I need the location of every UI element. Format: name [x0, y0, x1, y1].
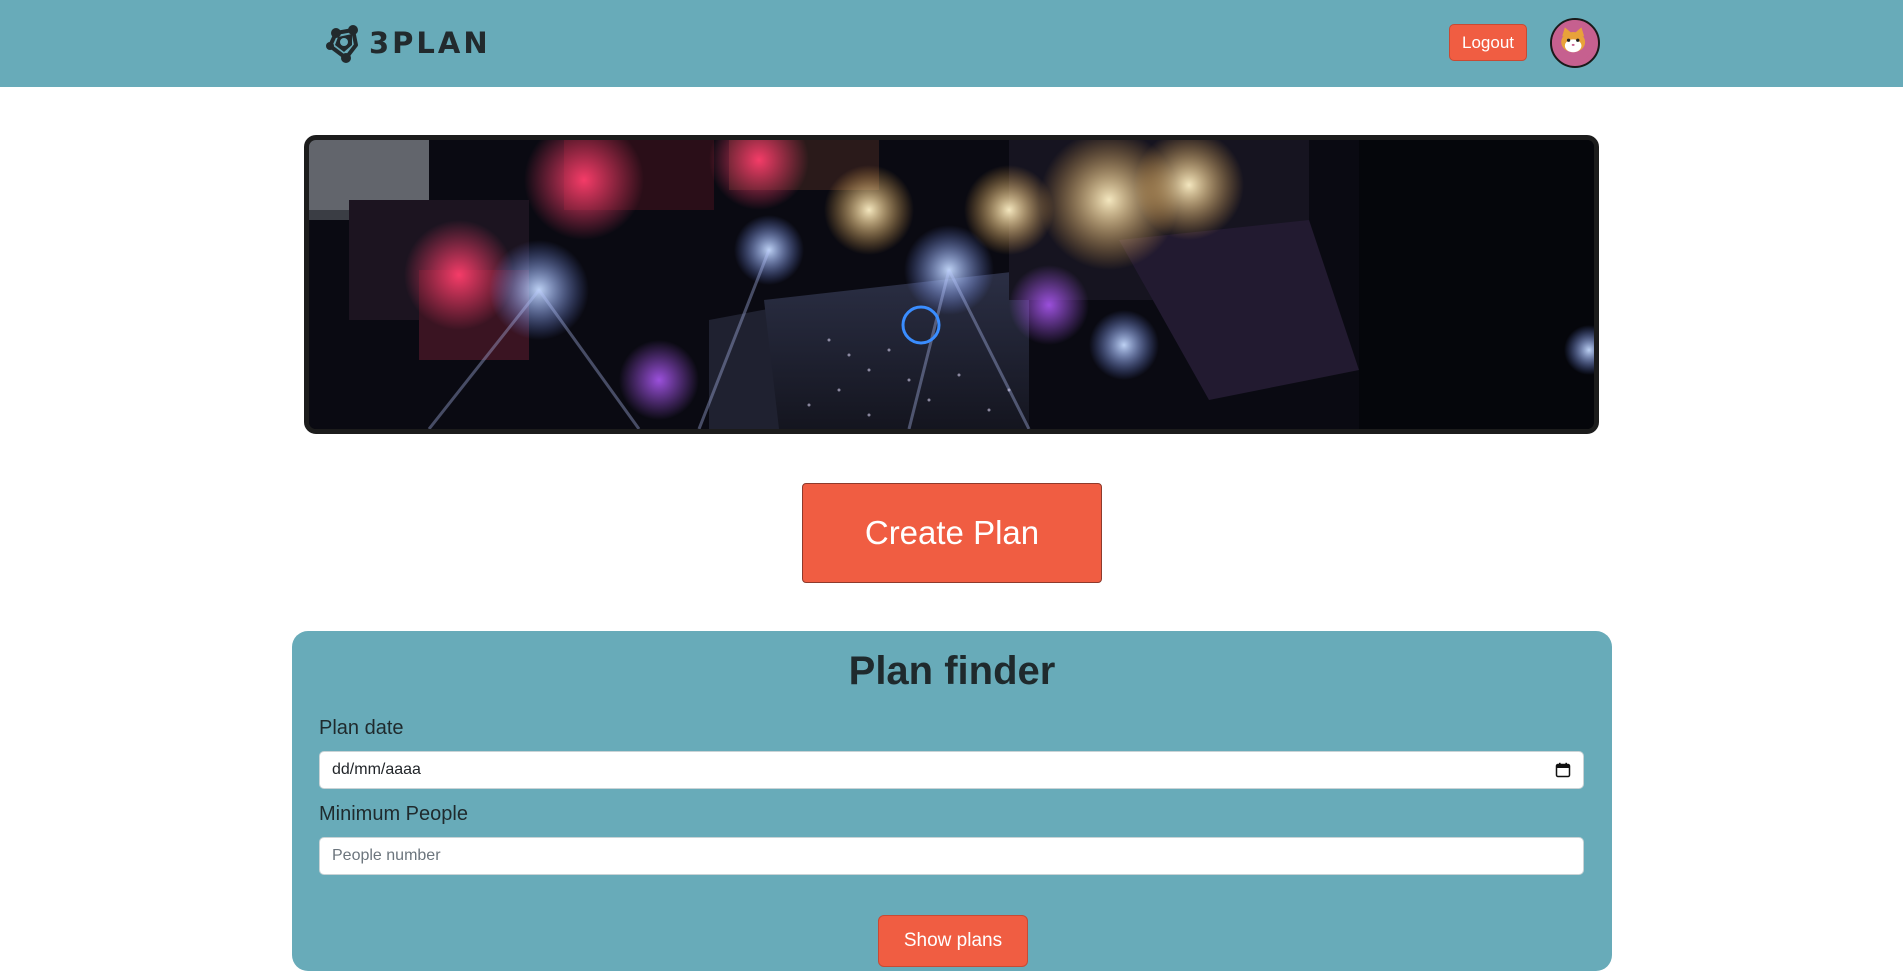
show-plans-button[interactable]: Show plans — [878, 915, 1028, 967]
plan-finder-panel: Plan finder Plan date dd/mm/aaaa Minimum… — [292, 631, 1612, 971]
plan-date-label: Plan date — [319, 717, 404, 739]
plan-date-value: dd/mm/aaaa — [332, 761, 421, 778]
hero-banner-image — [304, 135, 1599, 434]
cat-avatar-icon — [1552, 20, 1595, 63]
calendar-icon[interactable] — [1555, 762, 1571, 778]
logout-button[interactable]: Logout — [1449, 24, 1527, 61]
people-network-icon — [326, 25, 358, 63]
top-navbar: 3PLAN Logout — [0, 0, 1903, 87]
create-plan-button[interactable]: Create Plan — [802, 483, 1102, 583]
people-number-input[interactable] — [319, 837, 1584, 875]
plan-finder-title: Plan finder — [848, 649, 1056, 693]
user-avatar[interactable] — [1550, 18, 1600, 68]
minimum-people-label: Minimum People — [319, 803, 468, 825]
brand-name: 3PLAN — [369, 26, 491, 60]
concert-stage-image — [309, 140, 1594, 429]
brand-logo[interactable]: 3PLAN — [322, 20, 491, 66]
plan-date-input[interactable]: dd/mm/aaaa — [319, 751, 1584, 789]
